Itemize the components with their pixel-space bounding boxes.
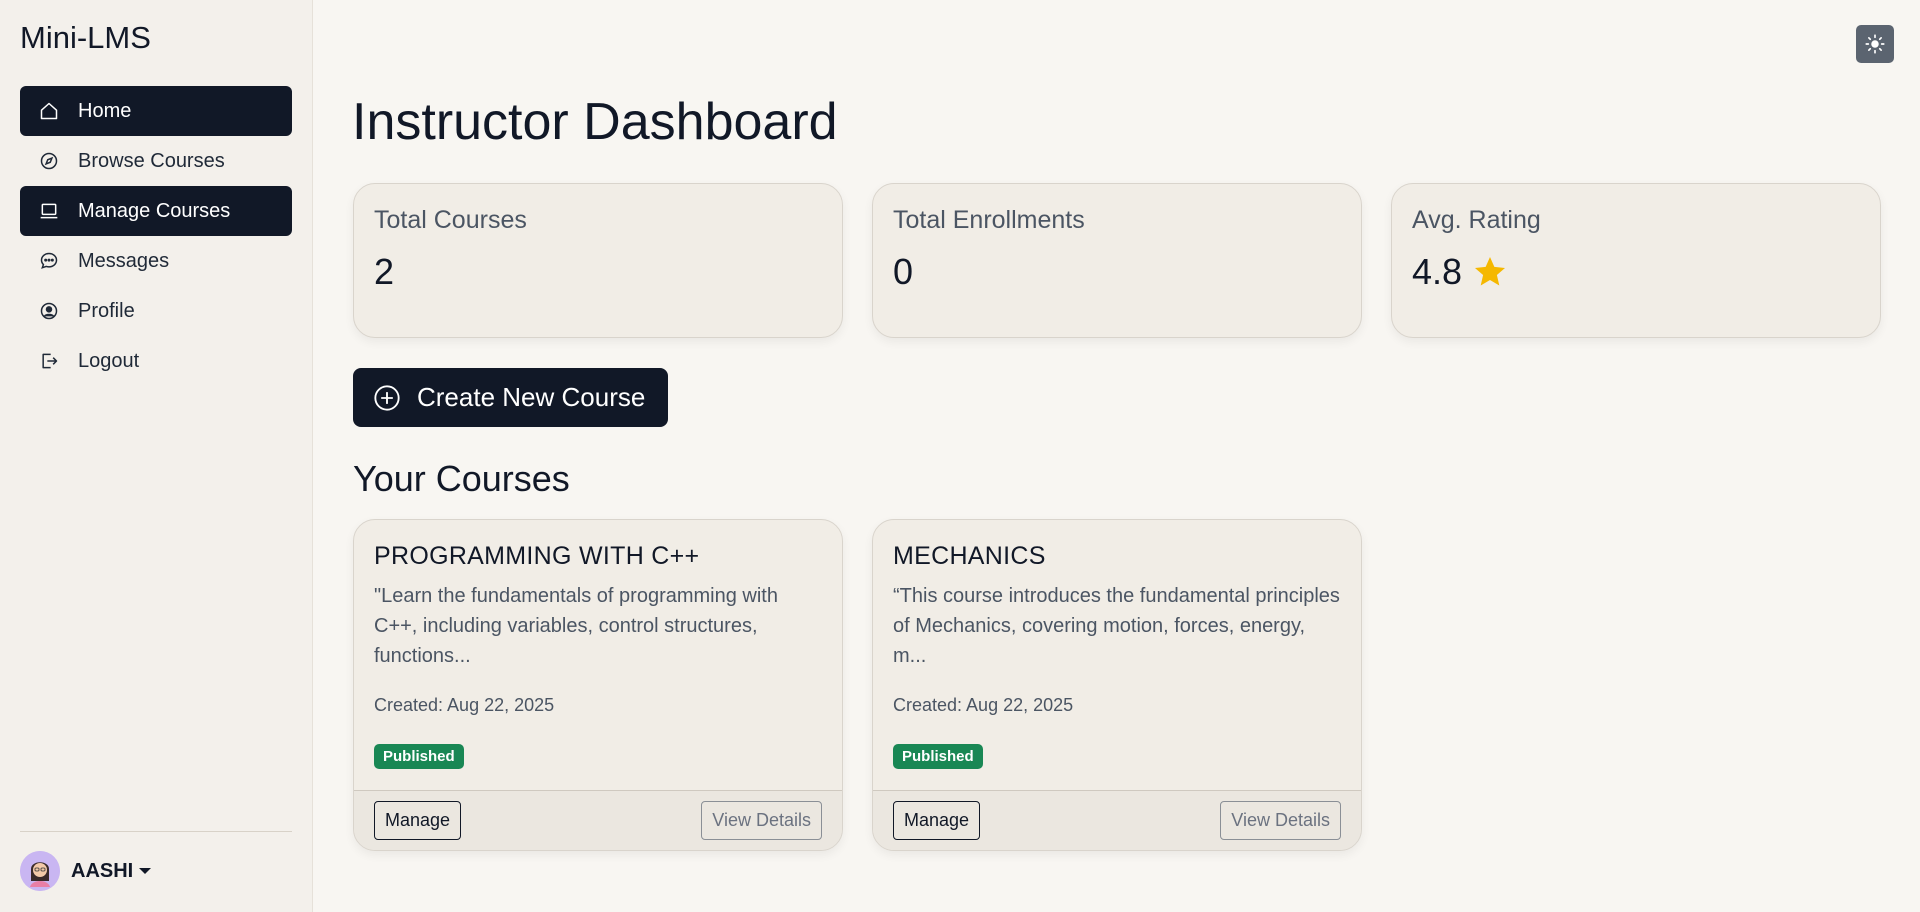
chat-icon: [38, 250, 60, 272]
sidebar-item-label: Profile: [78, 299, 135, 322]
home-icon: [38, 100, 60, 122]
sidebar-item-home[interactable]: Home: [20, 86, 292, 136]
sidebar-item-browse-courses[interactable]: Browse Courses: [20, 136, 292, 186]
create-new-course-label: Create New Course: [417, 382, 646, 412]
sidebar-item-label: Messages: [78, 249, 170, 272]
view-details-button[interactable]: View Details: [701, 801, 822, 840]
course-description: “This course introduces the fundamental …: [893, 585, 1340, 667]
logout-icon: [38, 350, 60, 372]
section-title: Your Courses: [353, 458, 570, 499]
sidebar: Mini-LMS Home Browse Courses Manage Cour…: [0, 0, 313, 912]
brand-title: Mini-LMS: [20, 20, 151, 55]
course-description: "Learn the fundamentals of programming w…: [374, 585, 778, 667]
stat-label: Avg. Rating: [1412, 206, 1541, 234]
user-name: AASHI: [71, 859, 134, 882]
status-badge: Published: [893, 744, 983, 769]
caret-down-icon: [139, 868, 152, 874]
manage-button[interactable]: Manage: [893, 801, 981, 840]
card-footer: Manage View Details: [873, 790, 1361, 850]
user-menu[interactable]: AASHI: [20, 851, 152, 891]
sidebar-item-label: Browse Courses: [78, 149, 225, 172]
course-card: PROGRAMMING WITH C++ "Learn the fundamen…: [353, 519, 843, 851]
stat-card-total-courses: Total Courses 2: [353, 183, 843, 338]
plus-circle-icon: [374, 384, 400, 411]
course-title: PROGRAMMING WITH C++: [374, 542, 700, 570]
sidebar-item-manage-courses[interactable]: Manage Courses: [20, 186, 292, 236]
monitor-icon: [38, 200, 60, 222]
create-new-course-button[interactable]: Create New Course: [353, 368, 668, 427]
stat-value-text: 0: [893, 251, 914, 292]
stat-value-text: 4.8: [1412, 251, 1463, 292]
course-card: MECHANICS “This course introduces the fu…: [872, 519, 1362, 851]
course-title: MECHANICS: [893, 542, 1046, 570]
stat-value-text: 2: [374, 251, 395, 292]
stat-label: Total Courses: [374, 206, 527, 234]
sidebar-item-messages[interactable]: Messages: [20, 236, 292, 286]
sidebar-item-label: Manage Courses: [78, 199, 231, 222]
sidebar-item-label: Home: [78, 99, 132, 122]
compass-icon: [38, 150, 60, 172]
sidebar-item-label: Logout: [78, 349, 140, 372]
stat-label: Total Enrollments: [893, 206, 1085, 234]
page-title: Instructor Dashboard: [352, 93, 838, 151]
stat-value: 2: [374, 251, 394, 293]
sun-icon: [1865, 34, 1885, 54]
course-created-date: Created: Aug 22, 2025: [893, 695, 1074, 715]
sidebar-nav: Home Browse Courses Manage Courses Messa…: [20, 86, 292, 386]
manage-button[interactable]: Manage: [374, 801, 462, 840]
stat-card-total-enrollments: Total Enrollments 0: [872, 183, 1362, 338]
sidebar-item-logout[interactable]: Logout: [20, 336, 292, 386]
stat-card-avg-rating: Avg. Rating 4.8: [1391, 183, 1881, 338]
view-details-button[interactable]: View Details: [1220, 801, 1341, 840]
status-badge: Published: [374, 744, 464, 769]
user-circle-icon: [38, 300, 60, 322]
stat-value: 4.8: [1412, 251, 1508, 293]
sidebar-divider: [20, 831, 292, 832]
stat-value: 0: [893, 251, 913, 293]
course-created-date: Created: Aug 22, 2025: [374, 695, 555, 715]
avatar: [20, 851, 60, 891]
sidebar-item-profile[interactable]: Profile: [20, 286, 292, 336]
theme-toggle-button[interactable]: [1856, 25, 1894, 63]
star-icon: [1475, 257, 1506, 286]
card-footer: Manage View Details: [354, 790, 842, 850]
